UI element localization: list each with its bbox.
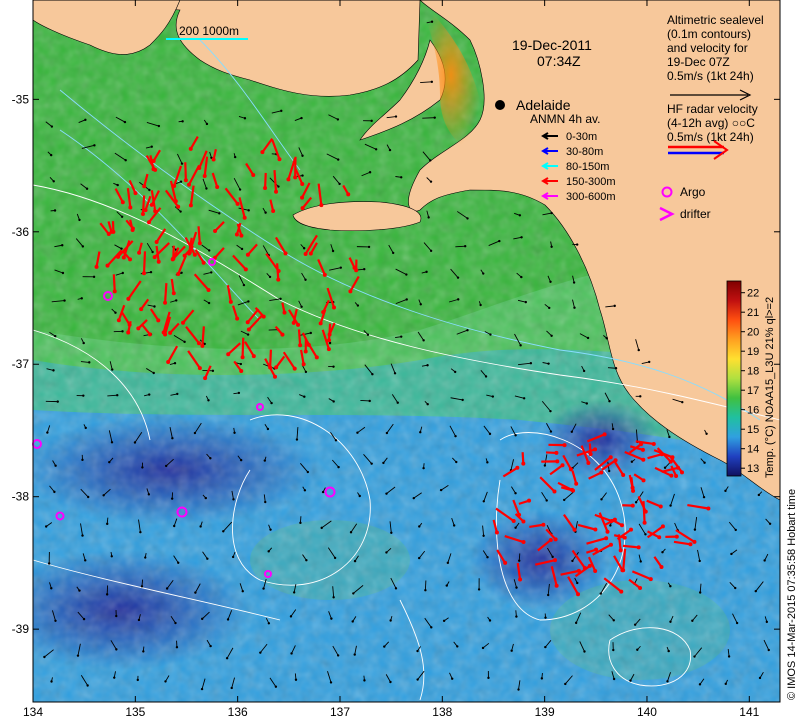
lon-tick-label: 136 [228,705,248,719]
lat-tick-label: -37 [12,357,30,371]
anmn-legend-label: 80-150m [566,161,609,173]
colorbar-tick-label: 17 [747,385,759,397]
lon-tick-label: 135 [125,705,145,719]
city-label: Adelaide [516,97,571,113]
drifter-label: drifter [680,207,711,221]
lon-tick-label: 134 [23,705,43,719]
map-time: 07:34Z [537,53,581,69]
lon-tick-label: 138 [432,705,452,719]
argo-label: Argo [680,185,706,199]
hf-legend-line1: HF radar velocity [667,102,758,116]
map-date: 19-Dec-2011 [512,37,592,53]
altimetry-legend-line3: and velocity for [667,41,748,55]
anmn-legend-title: ANMN 4h av. [530,112,600,126]
anmn-legend-label: 0-30m [566,131,597,143]
lon-tick-label: 141 [739,705,759,719]
lon-tick-label: 140 [637,705,657,719]
hf-legend-line2: (4-12h avg) ○○C [667,116,755,130]
colorbar-tick-label: 15 [747,424,759,436]
adelaide-marker [495,100,505,110]
altimetry-legend-line5: 0.5m/s (1kt 24h) [667,69,754,83]
credit-label: © IMOS 14-Mar-2015 07:35:58 Hobart time [786,489,798,700]
anmn-legend-label: 150-300m [566,176,616,188]
lat-tick-label: -38 [12,490,30,504]
anmn-legend-label: 30-80m [566,146,603,158]
lat-tick-label: -35 [12,92,30,106]
hf-legend-line3: 0.5m/s (1kt 24h) [667,130,754,144]
colorbar-tick-label: 21 [747,307,759,319]
colorbar-tick-label: 14 [747,444,759,456]
colorbar-label: Temp. (°C) NOAA15_L3U 21% ql>=2 [764,297,776,478]
colorbar-tick-label: 19 [747,346,759,358]
lat-tick-label: -36 [12,225,30,239]
ocean-map: Adelaide 19-Dec-2011 07:34Z 200 1000m Al… [12,0,798,719]
colorbar-tick-label: 20 [747,327,759,339]
colorbar-tick-label: 16 [747,405,759,417]
colorbar-tick-label: 22 [747,288,759,300]
altimetry-legend-line4: 19-Dec 07Z [667,55,730,69]
altimetry-legend-line1: Altimetric sealevel [667,13,764,27]
colorbar-tick-label: 18 [747,366,759,378]
lon-tick-label: 137 [330,705,350,719]
anmn-legend-label: 300-600m [566,191,616,203]
altimetry-legend-line2: (0.1m contours) [667,27,751,41]
lon-tick-label: 139 [535,705,555,719]
colorbar-tick-label: 13 [747,463,759,475]
scale-bar-label: 200 1000m [179,24,239,38]
lat-tick-label: -39 [12,622,30,636]
